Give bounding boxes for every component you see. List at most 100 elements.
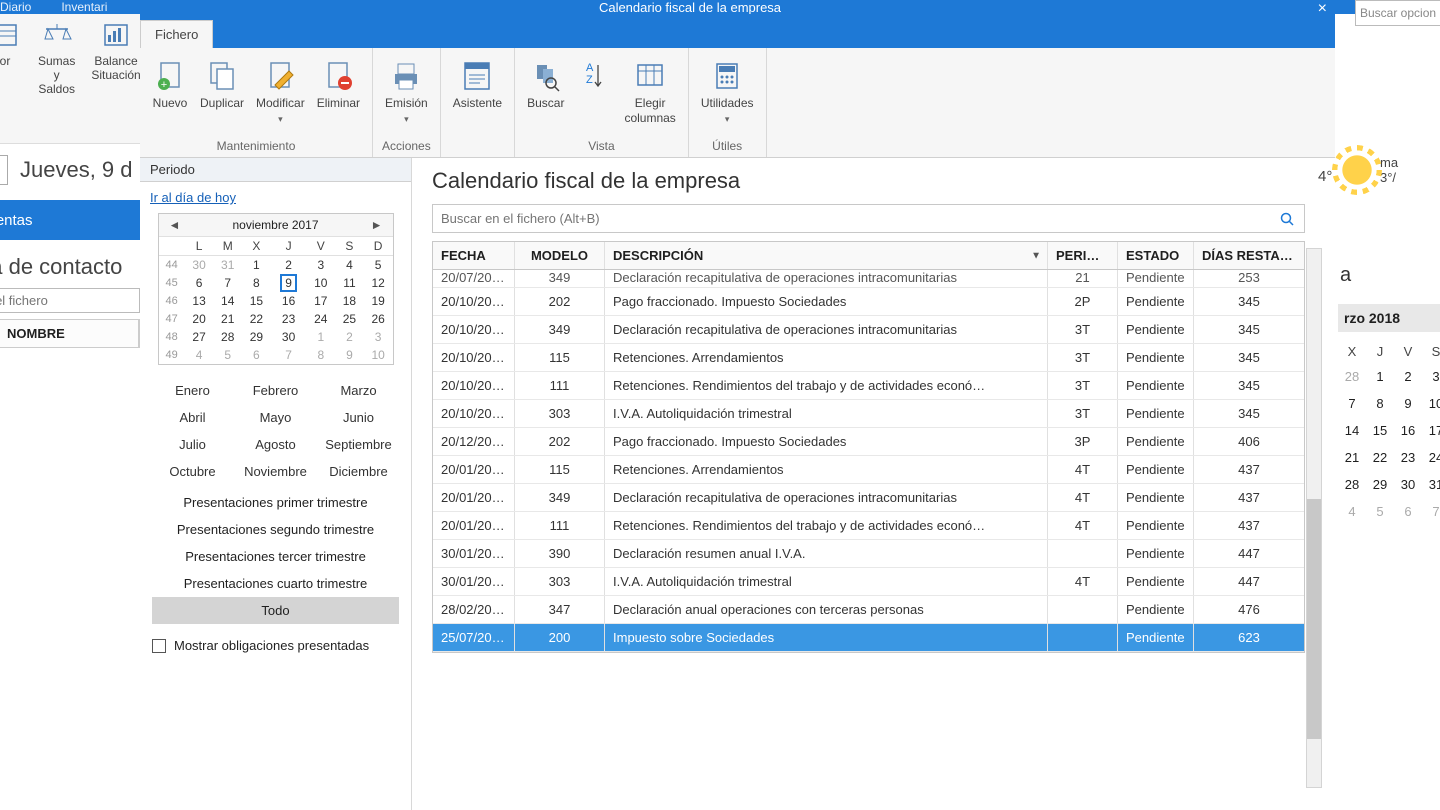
right-cal-day[interactable]: 17 bbox=[1422, 417, 1440, 444]
ribbon-btn-modificar[interactable]: Modificar▾ bbox=[250, 52, 311, 129]
search-icon[interactable] bbox=[1280, 212, 1304, 226]
month-junio[interactable]: Junio bbox=[322, 406, 395, 429]
cal-day[interactable]: 27 bbox=[185, 328, 214, 346]
search-bar[interactable] bbox=[432, 204, 1305, 233]
col-dias[interactable]: DÍAS RESTANTES bbox=[1194, 242, 1304, 269]
ribbon-btn-duplicar[interactable]: Duplicar bbox=[194, 52, 250, 129]
month-diciembre[interactable]: Diciembre bbox=[322, 460, 395, 483]
cal-day[interactable]: 28 bbox=[213, 328, 242, 346]
month-septiembre[interactable]: Septiembre bbox=[322, 433, 395, 456]
cal-next[interactable]: ► bbox=[367, 216, 387, 234]
cal-day[interactable]: 2 bbox=[271, 256, 307, 275]
table-row[interactable]: 30/01/2019303I.V.A. Autoliquidación trim… bbox=[433, 568, 1304, 596]
ribbon-btn-utilidades[interactable]: Utilidades▾ bbox=[695, 52, 760, 129]
month-febrero[interactable]: Febrero bbox=[239, 379, 312, 402]
right-cal-day[interactable]: 4 bbox=[1338, 498, 1366, 525]
cal-day[interactable]: 7 bbox=[271, 346, 307, 364]
checkbox-show-presented[interactable]: Mostrar obligaciones presentadas bbox=[140, 624, 411, 667]
cal-day[interactable]: 5 bbox=[364, 256, 393, 275]
month-marzo[interactable]: Marzo bbox=[322, 379, 395, 402]
table-row[interactable]: 20/01/2019115Retenciones. Arrendamientos… bbox=[433, 456, 1304, 484]
col-periodo[interactable]: PERIODO bbox=[1048, 242, 1118, 269]
right-cal-day[interactable]: 31 bbox=[1422, 471, 1440, 498]
table-row[interactable]: 20/10/2018202Pago fraccionado. Impuesto … bbox=[433, 288, 1304, 316]
search-options[interactable]: Buscar opcion bbox=[1355, 0, 1440, 26]
table-row[interactable]: 28/02/2019347Declaración anual operacion… bbox=[433, 596, 1304, 624]
right-cal-day[interactable]: 10 bbox=[1422, 390, 1440, 417]
mini-calendar[interactable]: ◄ noviembre 2017 ► LMXJVSD44303112345456… bbox=[158, 213, 394, 365]
col-desc[interactable]: DESCRIPCIÓN▼ bbox=[605, 242, 1048, 269]
pres-item[interactable]: Todo bbox=[152, 597, 399, 624]
cal-day[interactable]: 8 bbox=[242, 274, 271, 292]
tab-fichero[interactable]: Fichero bbox=[140, 20, 213, 48]
bg-btn-sumasysaldos[interactable]: Sumas ySaldos bbox=[30, 14, 83, 143]
scrollbar[interactable] bbox=[1306, 248, 1322, 788]
right-cal-day[interactable]: 23 bbox=[1394, 444, 1422, 471]
cal-day[interactable]: 24 bbox=[306, 310, 335, 328]
right-cal-day[interactable]: 5 bbox=[1366, 498, 1394, 525]
right-cal-day[interactable]: 2 bbox=[1394, 363, 1422, 390]
cal-day[interactable]: 22 bbox=[242, 310, 271, 328]
cal-day[interactable]: 3 bbox=[364, 328, 393, 346]
table-row[interactable]: 20/12/2018202Pago fraccionado. Impuesto … bbox=[433, 428, 1304, 456]
cal-day[interactable]: 14 bbox=[213, 292, 242, 310]
table-row[interactable]: 20/07/2018349Declaración recapitulativa … bbox=[433, 270, 1304, 288]
right-cal-day[interactable]: 24 bbox=[1422, 444, 1440, 471]
cal-day[interactable]: 10 bbox=[364, 346, 393, 364]
cal-day[interactable]: 9 bbox=[335, 346, 364, 364]
col-estado[interactable]: ESTADO bbox=[1118, 242, 1194, 269]
bg-tab-diario[interactable]: Diario bbox=[0, 0, 31, 14]
ribbon-btn-buscar[interactable]: Buscar bbox=[521, 52, 570, 128]
cal-day[interactable]: 23 bbox=[271, 310, 307, 328]
cal-day[interactable]: 8 bbox=[306, 346, 335, 364]
month-octubre[interactable]: Octubre bbox=[156, 460, 229, 483]
right-cal-day[interactable]: 22 bbox=[1366, 444, 1394, 471]
cal-day[interactable]: 26 bbox=[364, 310, 393, 328]
cal-day[interactable]: 21 bbox=[213, 310, 242, 328]
table-row[interactable]: 20/10/2018111Retenciones. Rendimientos d… bbox=[433, 372, 1304, 400]
right-cal-day[interactable]: 30 bbox=[1394, 471, 1422, 498]
cal-day[interactable]: 11 bbox=[335, 274, 364, 292]
right-cal-day[interactable]: 16 bbox=[1394, 417, 1422, 444]
table-row[interactable]: 20/01/2019349Declaración recapitulativa … bbox=[433, 484, 1304, 512]
ribbon-btn-sort[interactable]: AZ bbox=[570, 52, 618, 128]
right-cal-day[interactable]: 14 bbox=[1338, 417, 1366, 444]
col-fecha[interactable]: FECHA bbox=[433, 242, 515, 269]
bg-contacts-search[interactable] bbox=[0, 288, 140, 313]
cal-day[interactable]: 4 bbox=[335, 256, 364, 275]
right-cal-day[interactable]: 9 bbox=[1394, 390, 1422, 417]
month-agosto[interactable]: Agosto bbox=[239, 433, 312, 456]
right-cal-day[interactable]: 15 bbox=[1366, 417, 1394, 444]
cal-day[interactable]: 6 bbox=[242, 346, 271, 364]
cal-day[interactable]: 13 bbox=[185, 292, 214, 310]
chevron-down-icon[interactable]: ▼ bbox=[1031, 250, 1041, 261]
table-row[interactable]: 20/10/2018349Declaración recapitulativa … bbox=[433, 316, 1304, 344]
pres-item[interactable]: Presentaciones cuarto trimestre bbox=[152, 570, 399, 597]
table-row[interactable]: 25/07/2019200Impuesto sobre SociedadesPe… bbox=[433, 624, 1304, 652]
scroll-thumb[interactable] bbox=[1307, 499, 1321, 739]
cal-day[interactable]: 7 bbox=[213, 274, 242, 292]
month-abril[interactable]: Abril bbox=[156, 406, 229, 429]
right-cal-day[interactable]: 28 bbox=[1338, 363, 1366, 390]
pres-item[interactable]: Presentaciones tercer trimestre bbox=[152, 543, 399, 570]
bg-col-nombre[interactable]: NOMBRE bbox=[0, 320, 139, 347]
col-modelo[interactable]: MODELO bbox=[515, 242, 605, 269]
cal-day[interactable]: 2 bbox=[335, 328, 364, 346]
cal-day[interactable]: 4 bbox=[185, 346, 214, 364]
cal-day[interactable]: 16 bbox=[271, 292, 307, 310]
month-julio[interactable]: Julio bbox=[156, 433, 229, 456]
table-row[interactable]: 20/01/2019111Retenciones. Rendimientos d… bbox=[433, 512, 1304, 540]
checkbox-icon[interactable] bbox=[152, 639, 166, 653]
right-cal-day[interactable]: 3 bbox=[1422, 363, 1440, 390]
month-mayo[interactable]: Mayo bbox=[239, 406, 312, 429]
bg-btn-balance[interactable]: BalanceSituación bbox=[83, 14, 148, 143]
pres-item[interactable]: Presentaciones segundo trimestre bbox=[152, 516, 399, 543]
cal-day[interactable]: 12 bbox=[364, 274, 393, 292]
cal-day[interactable]: 30 bbox=[271, 328, 307, 346]
month-noviembre[interactable]: Noviembre bbox=[239, 460, 312, 483]
cal-day[interactable]: 25 bbox=[335, 310, 364, 328]
right-cal-day[interactable]: 8 bbox=[1366, 390, 1394, 417]
month-enero[interactable]: Enero bbox=[156, 379, 229, 402]
cal-month-label[interactable]: noviembre 2017 bbox=[232, 218, 318, 232]
ribbon-btn-emisión[interactable]: Emisión▾ bbox=[379, 52, 434, 129]
